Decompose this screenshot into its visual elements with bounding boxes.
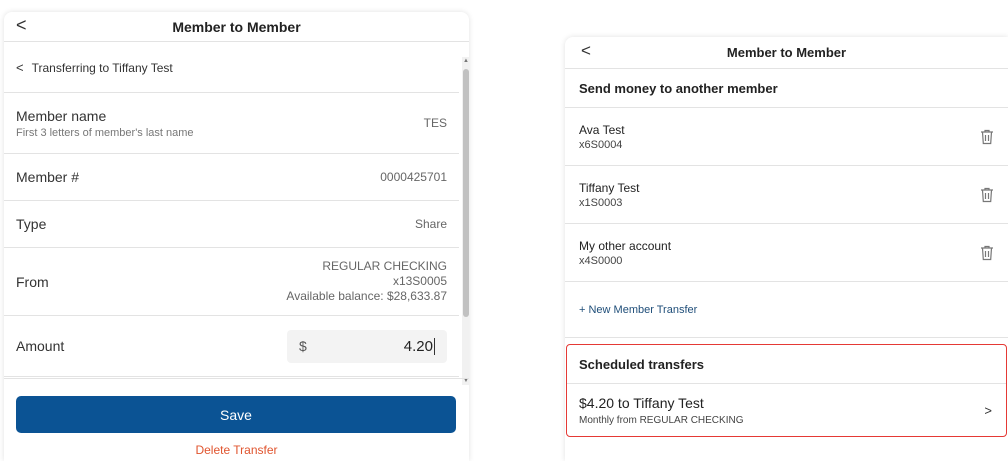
member-account-name: My other account <box>579 238 672 253</box>
breadcrumb[interactable]: < Transferring to Tiffany Test <box>4 43 459 93</box>
chevron-right-icon: > <box>984 402 992 418</box>
scheduled-transfer-item[interactable]: $4.20 to Tiffany Test Monthly from REGUL… <box>567 384 1006 436</box>
from-label: From <box>16 273 49 290</box>
edit-transfer-header: < Member to Member <box>4 12 469 42</box>
new-member-transfer-link[interactable]: + New Member Transfer <box>565 282 1008 338</box>
amount-row: Amount $ 4.20 <box>4 316 459 377</box>
scrollbar-thumb[interactable] <box>463 69 469 317</box>
currency-symbol: $ <box>299 338 307 354</box>
scheduled-transfer-title: $4.20 to Tiffany Test <box>579 394 704 411</box>
page-title: Member to Member <box>172 19 301 35</box>
member-list-header: < Member to Member <box>565 37 1008 69</box>
from-row[interactable]: From REGULAR CHECKING x13S0005 Available… <box>4 248 459 316</box>
member-name-label: Member name <box>16 107 107 124</box>
amount-label: Amount <box>16 338 65 354</box>
trash-icon[interactable] <box>980 129 994 145</box>
trash-icon[interactable] <box>980 187 994 203</box>
scheduled-transfers-section: Scheduled transfers $4.20 to Tiffany Tes… <box>566 344 1007 437</box>
member-name-hint: First 3 letters of member's last name <box>16 126 194 139</box>
member-number-row: Member # 0000425701 <box>4 154 459 201</box>
member-account-item[interactable]: Ava Test x6S0004 <box>565 108 1008 166</box>
save-button[interactable]: Save <box>16 396 456 433</box>
scheduled-transfer-subtitle: Monthly from REGULAR CHECKING <box>579 414 744 426</box>
member-account-number: x1S0003 <box>579 196 623 209</box>
chevron-left-icon: < <box>16 60 24 75</box>
type-value[interactable]: Share <box>415 217 447 231</box>
delete-transfer-button[interactable]: Delete Transfer <box>4 443 469 457</box>
from-value[interactable]: REGULAR CHECKING x13S0005 Available bala… <box>286 259 447 304</box>
form-scrollbar[interactable]: ▲ ▼ <box>462 57 469 385</box>
member-name-value[interactable]: TES <box>424 116 447 130</box>
member-name-row: Member name First 3 letters of member's … <box>4 93 459 154</box>
page-title: Member to Member <box>726 45 847 60</box>
form-actions: Save Delete Transfer <box>4 378 469 461</box>
amount-input[interactable]: $ 4.20 <box>287 329 447 363</box>
breadcrumb-label: Transferring to Tiffany Test <box>31 60 173 75</box>
member-account-item[interactable]: My other account x4S0000 <box>565 224 1008 282</box>
member-account-name: Tiffany Test <box>579 180 640 195</box>
send-money-heading: Send money to another member <box>565 69 1008 108</box>
edit-transfer-panel: < Member to Member < Transferring to Tif… <box>4 12 469 461</box>
member-account-number: x4S0000 <box>579 254 623 267</box>
trash-icon[interactable] <box>980 245 994 261</box>
member-number-label: Member # <box>16 169 80 185</box>
from-account-name: REGULAR CHECKING <box>322 259 447 273</box>
from-account-number: x13S0005 <box>392 274 447 288</box>
member-transfer-list-panel: < Member to Member Send money to another… <box>565 37 1008 461</box>
from-available-balance: Available balance: $28,633.87 <box>286 289 447 303</box>
member-account-item[interactable]: Tiffany Test x1S0003 <box>565 166 1008 224</box>
member-account-number: x6S0004 <box>579 138 623 151</box>
type-row: Type Share <box>4 201 459 248</box>
member-account-name: Ava Test <box>579 122 625 137</box>
amount-value: 4.20 <box>403 337 435 355</box>
scheduled-transfers-heading: Scheduled transfers <box>567 345 1006 384</box>
member-number-value[interactable]: 0000425701 <box>380 170 447 184</box>
transfer-form: < Transferring to Tiffany Test Member na… <box>4 43 459 377</box>
scroll-up-icon[interactable]: ▲ <box>463 58 469 64</box>
type-label: Type <box>16 216 47 232</box>
